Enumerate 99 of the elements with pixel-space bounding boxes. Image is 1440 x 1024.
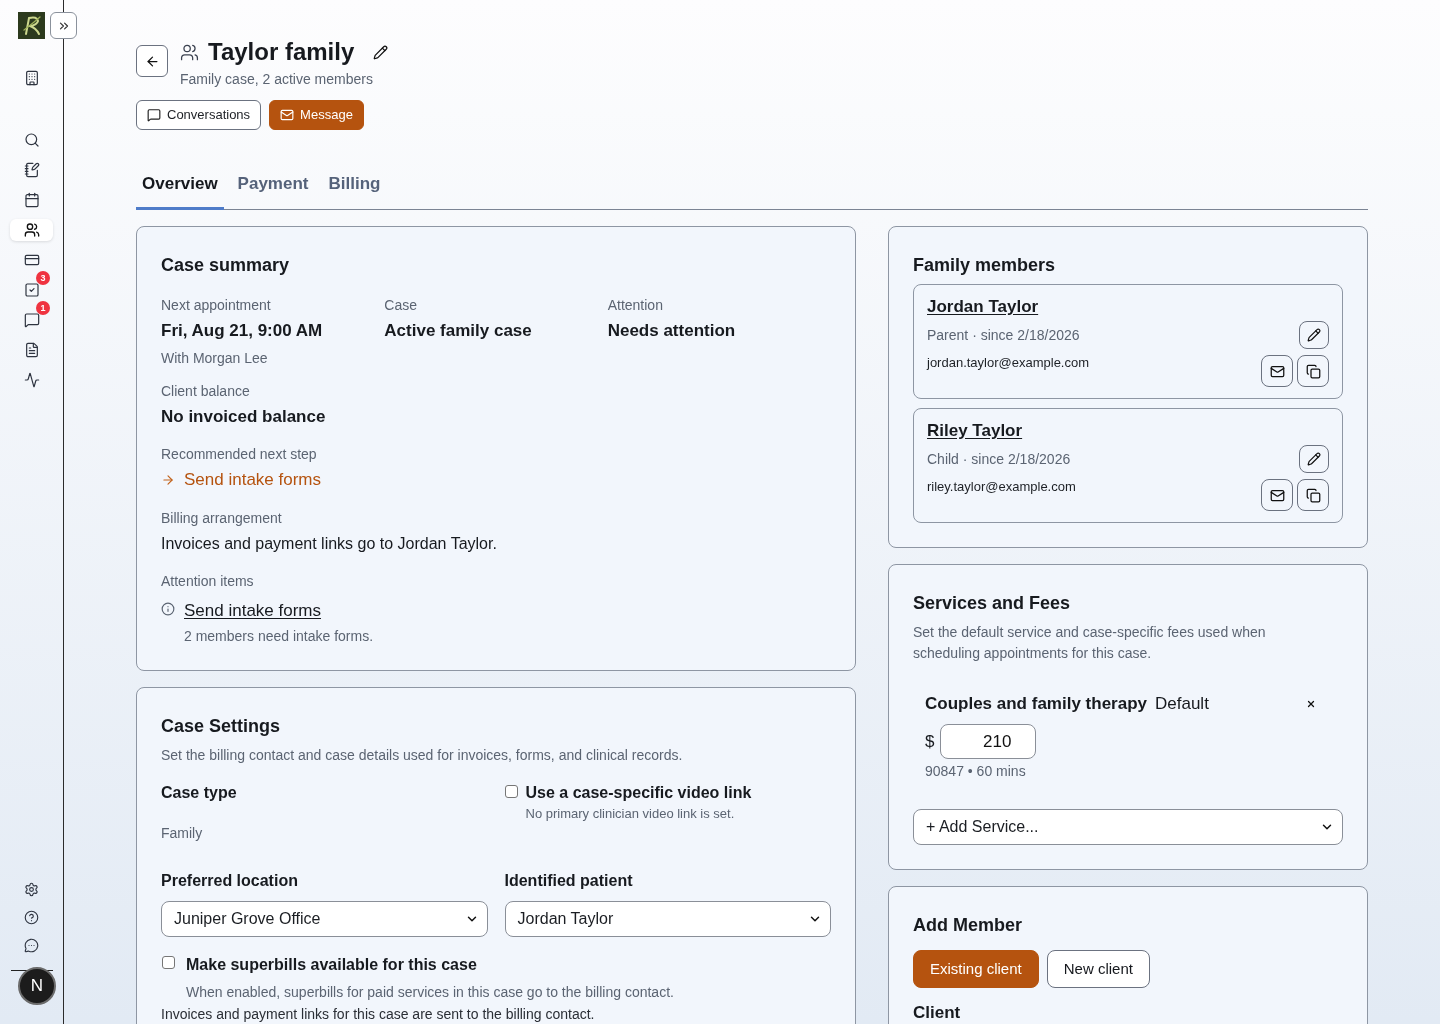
checkbox[interactable] — [504, 785, 518, 798]
client-mode-button[interactable]: New client — [1046, 950, 1150, 988]
building-icon — [23, 70, 40, 86]
page-subtitle: Family case, 2 active members — [180, 70, 374, 89]
field-label: Identified patient — [504, 871, 634, 891]
checkbox-label: Use a case-specific video link — [525, 783, 752, 803]
tab[interactable]: Payment — [231, 164, 315, 210]
field-label: Attention items — [161, 572, 255, 591]
next-step-link[interactable]: Send intake forms — [161, 468, 321, 492]
email-member-button[interactable] — [1261, 355, 1293, 387]
envelope-icon — [280, 108, 295, 122]
field-label: Next appointment — [161, 296, 272, 315]
tab[interactable]: Overview — [136, 164, 224, 210]
member-email: riley.taylor@example.com — [927, 478, 1076, 496]
notebook-pen-icon — [23, 162, 40, 178]
remove-service-button[interactable] — [1305, 698, 1317, 710]
field-label: Attention — [607, 296, 664, 315]
pencil-icon — [372, 44, 388, 60]
card-description: Set the default service and case-specific fees used when scheduling appointments for this case. — [913, 623, 1267, 663]
field-value: No invoiced balance — [161, 406, 327, 428]
pencil-icon — [1307, 328, 1321, 342]
edit-member-button[interactable] — [1299, 445, 1329, 473]
copy-email-button[interactable] — [1297, 355, 1329, 387]
member-role: Parent · since 2/18/2026 — [927, 326, 1080, 345]
credit-card-icon — [23, 252, 40, 268]
conversations-button[interactable]: Conversations — [136, 100, 262, 130]
field-note: With Morgan Lee — [161, 349, 269, 368]
search-icon — [23, 132, 40, 148]
users-icon — [180, 42, 199, 62]
field-label: Client balance — [161, 382, 251, 401]
member-name-link[interactable]: Riley Taylor — [927, 419, 1023, 443]
card-title: Services and Fees — [913, 592, 1072, 615]
envelope-icon — [1269, 487, 1285, 503]
pencil-icon — [1307, 452, 1321, 466]
member-name-link[interactable]: Jordan Taylor — [927, 295, 1039, 319]
checkbox-note: When enabled, superbills for paid services in this case go to the billing contact. — [186, 983, 674, 1002]
field-label: Case — [384, 296, 418, 315]
field-value: Needs attention — [607, 320, 737, 342]
edit-member-button[interactable] — [1299, 321, 1329, 349]
copy-icon — [1305, 487, 1321, 503]
attention-item-link[interactable]: Send intake forms — [184, 599, 321, 623]
help-icon — [24, 909, 39, 925]
billing-contact-note: Invoices and payment links for this case are sent to the billing contact. — [161, 1005, 596, 1024]
card-title: Case summary — [161, 254, 291, 277]
card-description: Set the billing contact and case details used for invoices, forms, and clinical records. — [161, 746, 684, 765]
copy-email-button[interactable] — [1297, 479, 1329, 511]
location-select[interactable]: Juniper Grove Office — [161, 901, 488, 937]
card-title: Add Member — [913, 914, 1023, 937]
service-name: Couples and family therapy — [925, 693, 1147, 715]
count-badge: 1 — [36, 301, 50, 315]
attention-item-detail: 2 members need intake forms. — [184, 627, 374, 646]
expand-sidebar-button[interactable] — [50, 12, 77, 39]
checked-box-icon — [23, 282, 40, 298]
document-icon — [23, 342, 40, 358]
users-icon — [23, 222, 40, 238]
chat-bubble-icon — [147, 108, 161, 122]
field-label: Client — [913, 1003, 962, 1023]
message-button[interactable]: Message — [269, 100, 364, 130]
field-value: Fri, Aug 21, 9:00 AM — [161, 320, 324, 342]
checkbox-label: Make superbills available for this case — [186, 955, 478, 975]
back-button[interactable] — [136, 45, 168, 77]
add-service-select[interactable]: + Add Service... — [913, 809, 1343, 845]
count-badge: 3 — [36, 271, 50, 285]
field-label: Preferred location — [161, 871, 299, 891]
chat-dots-icon — [24, 937, 39, 953]
settings-icon — [24, 881, 39, 897]
copy-icon — [1305, 363, 1321, 379]
tab[interactable]: Billing — [322, 164, 387, 210]
card-title: Family members — [913, 254, 1057, 277]
card-title: Case Settings — [161, 715, 282, 738]
member-email: jordan.taylor@example.com — [927, 354, 1090, 372]
checkbox[interactable] — [162, 956, 175, 969]
user-avatar[interactable]: N — [18, 967, 56, 1005]
page-title: Taylor family — [208, 37, 355, 67]
arrow-right-icon — [161, 473, 175, 487]
field-label: Recommended next step — [161, 445, 318, 464]
envelope-icon — [1269, 363, 1285, 379]
billing-arrangement-text: Invoices and payment links go to Jordan Taylor. — [161, 534, 498, 554]
calendar-icon — [23, 192, 40, 208]
email-member-button[interactable] — [1261, 479, 1293, 511]
info-icon — [161, 602, 175, 616]
patient-select[interactable]: Jordan Taylor — [504, 901, 831, 937]
arrow-left-icon — [144, 53, 160, 69]
chat-bubble-icon — [23, 312, 40, 328]
field-label: Billing arrangement — [161, 509, 283, 528]
client-mode-button[interactable]: Existing client — [913, 950, 1039, 988]
sidebar-item[interactable] — [10, 219, 53, 241]
pulse-line-icon — [23, 372, 40, 388]
member-role: Child · since 2/18/2026 — [927, 450, 1071, 469]
service-details: 90847 • 60 mins — [925, 762, 1027, 781]
logo-icon — [18, 12, 45, 39]
fee-input[interactable]: 210 — [940, 724, 1037, 759]
service-tag: Default — [1155, 692, 1209, 716]
field-value: Family — [161, 824, 204, 843]
field-value: Active family case — [384, 320, 533, 342]
field-label: Case type — [161, 783, 238, 803]
currency-symbol: $ — [925, 730, 935, 753]
close-icon — [1306, 699, 1316, 709]
checkbox-note: No primary clinician video link is set. — [525, 805, 736, 823]
